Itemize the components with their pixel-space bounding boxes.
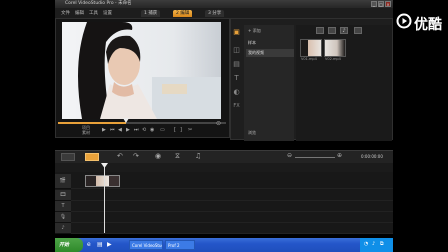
mark-in-icon[interactable]: [: [174, 128, 176, 133]
menu-settings[interactable]: 设置: [103, 10, 112, 16]
add-folder-button[interactable]: + 添加: [246, 27, 294, 35]
browse-button[interactable]: 浏览: [246, 129, 294, 137]
watermark-logo-icon: [396, 13, 412, 29]
thumbnail-label: V02.mp4: [325, 57, 341, 61]
timecode-readout: 0:00:00:00: [361, 154, 383, 159]
graphic-icon[interactable]: ◐: [231, 87, 242, 97]
taskbar-item[interactable]: Prof 2: [165, 240, 195, 250]
video-frame-image: [62, 22, 221, 119]
watermark-text: 优酷: [414, 17, 442, 33]
transition-icon[interactable]: ◫: [231, 45, 242, 55]
library-view-toolbar: ♪: [298, 26, 390, 36]
step-tab-share[interactable]: 3 分享: [205, 10, 225, 17]
taskbar-item[interactable]: Corel VideoStudio: [129, 240, 163, 250]
timeline-toolbar: ↶ ↷ ◉ ⧖ ♫ ⊖ ⊕ 0:00:00:00: [55, 150, 393, 163]
overlay-track[interactable]: [71, 190, 393, 201]
zoom-in-icon[interactable]: ⊕: [337, 152, 342, 159]
menu-file[interactable]: 文件: [61, 10, 70, 16]
volume-icon[interactable]: ◉: [150, 128, 154, 133]
taskbar: Corel VideoStudio Prof 2 e ▤ ▶: [55, 238, 393, 252]
maximize-button[interactable]: □: [378, 1, 384, 7]
menu-edit[interactable]: 编辑: [75, 10, 84, 16]
playback-controls: 项目 素材 ▶ ⏮ ◀ ▶ ⏭ ⟲ ◉ ▭ [ ] ✂: [80, 126, 200, 136]
zoom-slider[interactable]: [295, 157, 335, 158]
image-filter-icon[interactable]: [328, 27, 336, 34]
step-tab-capture[interactable]: 1 捕获: [141, 10, 161, 17]
audio-filter-icon[interactable]: ♪: [340, 27, 348, 34]
library-category-bar: ▣ ◫ ▤ T ◐ FX: [231, 21, 243, 115]
thumbnail-label: V01.mp4: [301, 57, 317, 61]
timeline-view-button[interactable]: [85, 153, 99, 161]
start-icon[interactable]: ⏮: [110, 128, 115, 133]
title-track[interactable]: [71, 201, 393, 212]
title-icon[interactable]: ▤: [231, 59, 242, 69]
text-icon[interactable]: T: [231, 73, 242, 83]
zoom-out-icon[interactable]: ⊖: [287, 152, 292, 159]
title-bar: Corel VideoStudio Pro - 未命名 _ □ ×: [55, 0, 393, 8]
thumbnail-clip[interactable]: [324, 39, 346, 57]
cut-icon[interactable]: ✂: [188, 128, 192, 133]
quicklaunch-media-icon[interactable]: ▶: [107, 241, 112, 248]
watermark: 优酷: [396, 10, 446, 33]
tray-network-icon[interactable]: ⧉: [380, 241, 384, 247]
filter-icon[interactable]: FX: [231, 101, 242, 111]
voice-track-header[interactable]: 🎙: [55, 212, 71, 223]
start-button[interactable]: 开始: [55, 238, 83, 252]
tray-volume-icon[interactable]: ♪: [372, 241, 375, 247]
preview-video-frame: [62, 22, 221, 119]
overlay-track-header[interactable]: 🎞: [55, 190, 71, 201]
timecode-display[interactable]: ▭: [160, 128, 165, 133]
mode-clip-label[interactable]: 素材: [82, 131, 90, 135]
storyboard-view-button[interactable]: [61, 153, 75, 161]
menu-bar: 文件 编辑 工具 设置 1 捕获 2 编辑 3 分享: [55, 8, 393, 18]
quicklaunch-folder-icon[interactable]: ▤: [97, 241, 103, 248]
timeline-tracks: 🎬 🎞 T 🎙 ♪: [55, 172, 393, 234]
step-tab-edit[interactable]: 2 编辑: [173, 10, 193, 17]
voice-track[interactable]: [71, 212, 393, 223]
repeat-icon[interactable]: ⟲: [142, 128, 146, 133]
auto-music-icon[interactable]: ♫: [195, 152, 201, 160]
library-folder-list: + 添加 样本 我的视频 浏览: [244, 25, 294, 141]
sort-icon[interactable]: [354, 27, 362, 34]
mixer-icon[interactable]: ⧖: [175, 152, 180, 161]
video-track-header[interactable]: 🎬: [55, 174, 71, 189]
video-clip[interactable]: [85, 175, 120, 187]
undo-icon[interactable]: ↶: [117, 152, 123, 160]
system-tray: ◔ ♪ ⧉: [360, 238, 393, 252]
window-title: Corel VideoStudio Pro - 未命名: [65, 1, 132, 6]
end-icon[interactable]: ⏭: [134, 128, 139, 133]
quicklaunch-ie-icon[interactable]: e: [87, 241, 91, 248]
video-filter-icon[interactable]: [316, 27, 324, 34]
music-track[interactable]: [71, 223, 393, 234]
forward-icon[interactable]: ▶: [126, 128, 130, 133]
redo-icon[interactable]: ↷: [133, 152, 139, 160]
rewind-icon[interactable]: ◀: [118, 128, 122, 133]
split-icon[interactable]: ⊙: [216, 120, 226, 128]
folder-item[interactable]: 样本: [246, 39, 294, 47]
tray-icon[interactable]: ◔: [364, 241, 368, 247]
video-track[interactable]: [71, 174, 393, 189]
record-icon[interactable]: ◉: [155, 152, 161, 160]
minimize-button[interactable]: _: [371, 1, 377, 7]
media-icon[interactable]: ▣: [231, 27, 242, 37]
music-track-header[interactable]: ♪: [55, 223, 71, 234]
mark-out-icon[interactable]: ]: [180, 128, 182, 133]
preview-scrubber[interactable]: [58, 122, 226, 124]
playhead-line[interactable]: [104, 163, 105, 233]
title-track-header[interactable]: T: [55, 201, 71, 212]
library-thumbnails: ♪ V01.mp4 V02.mp4: [296, 25, 392, 141]
thumbnail-clip[interactable]: [300, 39, 322, 57]
folder-item-selected[interactable]: 我的视频: [246, 49, 294, 57]
close-button[interactable]: ×: [385, 1, 391, 7]
play-icon[interactable]: ▶: [102, 128, 106, 133]
menu-tools[interactable]: 工具: [89, 10, 98, 16]
